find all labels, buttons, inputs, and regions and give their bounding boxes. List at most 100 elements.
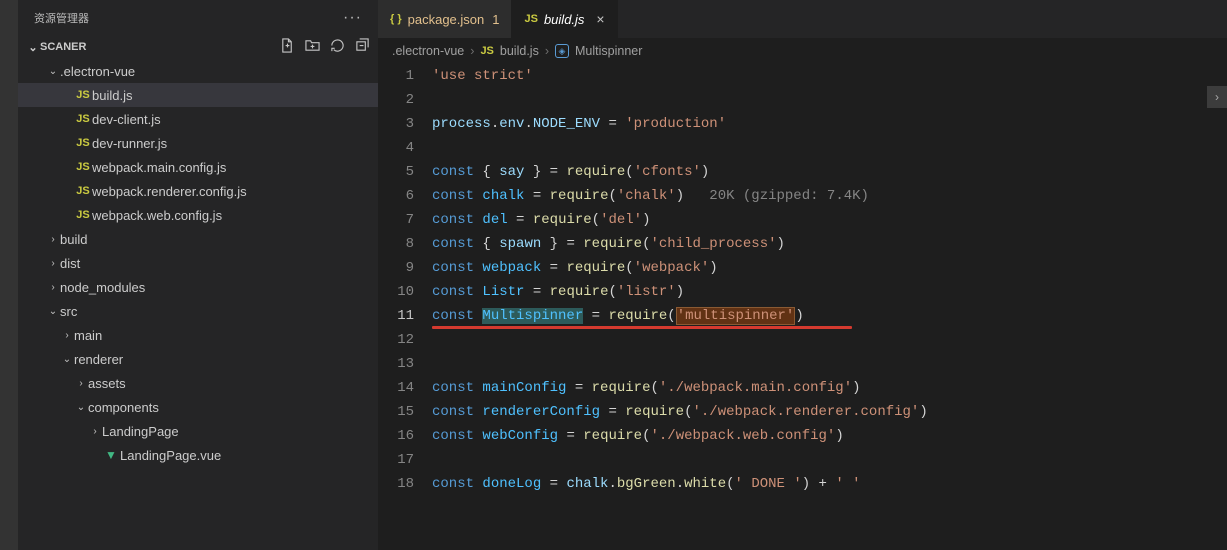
search-highlight: 'multispinner' xyxy=(676,307,796,325)
code-line[interactable] xyxy=(432,136,1227,160)
js-file-icon: JS xyxy=(74,113,92,125)
file-label: dev-runner.js xyxy=(92,136,167,151)
line-number: 15 xyxy=(378,400,414,424)
tree-file[interactable]: JSwebpack.web.config.js xyxy=(18,203,378,227)
js-file-icon: JS xyxy=(74,137,92,149)
more-actions-icon[interactable]: ··· xyxy=(343,9,362,27)
chevron-right-icon: › xyxy=(46,234,60,245)
file-label: dev-client.js xyxy=(92,112,161,127)
file-label: webpack.renderer.config.js xyxy=(92,184,247,199)
chevron-down-icon: ⌄ xyxy=(60,354,74,365)
chevron-right-icon: › xyxy=(46,258,60,269)
code-line[interactable]: const { spawn } = require('child_process… xyxy=(432,232,1227,256)
expand-panel-icon[interactable]: › xyxy=(1207,86,1227,108)
code-line[interactable] xyxy=(432,88,1227,112)
vue-file-icon: ▼ xyxy=(102,448,120,462)
code-line[interactable]: const mainConfig = require('./webpack.ma… xyxy=(432,376,1227,400)
tree-folder[interactable]: ⌄src xyxy=(18,299,378,323)
tree-folder[interactable]: ⌄.electron-vue xyxy=(18,59,378,83)
code-line[interactable]: const { say } = require('cfonts') xyxy=(432,160,1227,184)
file-label: webpack.web.config.js xyxy=(92,208,222,223)
tree-folder[interactable]: ›assets xyxy=(18,371,378,395)
breadcrumb-symbol[interactable]: Multispinner xyxy=(575,44,642,58)
close-icon[interactable]: × xyxy=(596,11,604,27)
code-line[interactable]: const chalk = require('chalk') 20K (gzip… xyxy=(432,184,1227,208)
code-line[interactable] xyxy=(432,352,1227,376)
new-folder-icon[interactable] xyxy=(305,38,320,56)
line-number: 6 xyxy=(378,184,414,208)
editor-area: { }package.json1 JS build.js × .electron-vu… xyxy=(378,0,1227,550)
section-title: SCANER xyxy=(40,41,86,53)
folder-label: LandingPage xyxy=(102,424,179,439)
line-number: 12 xyxy=(378,328,414,352)
folder-label: assets xyxy=(88,376,126,391)
folder-label: main xyxy=(74,328,102,343)
activity-bar[interactable] xyxy=(0,0,18,550)
tree-folder[interactable]: ›node_modules xyxy=(18,275,378,299)
tree-file[interactable]: JSwebpack.main.config.js xyxy=(18,155,378,179)
js-file-icon: JS xyxy=(74,89,92,101)
editor-tab[interactable]: JS build.js × xyxy=(512,0,617,38)
dirty-indicator: 1 xyxy=(492,12,499,27)
tab-label: build.js xyxy=(544,12,584,27)
breadcrumbs[interactable]: .electron-vue › JS build.js › ◈ Multispi… xyxy=(378,38,1227,64)
tree-file[interactable]: JSdev-runner.js xyxy=(18,131,378,155)
chevron-down-icon: ⌄ xyxy=(46,66,60,77)
line-number: 14 xyxy=(378,376,414,400)
file-label: build.js xyxy=(92,88,132,103)
section-header[interactable]: ⌄ SCANER xyxy=(18,35,378,59)
editor-tab[interactable]: { }package.json1 xyxy=(378,0,512,38)
code-line[interactable]: const Listr = require('listr') xyxy=(432,280,1227,304)
code-line[interactable]: 'use strict' xyxy=(432,64,1227,88)
code-editor[interactable]: 123456789101112131415161718 'use strict'… xyxy=(378,64,1227,550)
tree-file[interactable]: JSwebpack.renderer.config.js xyxy=(18,179,378,203)
tree-folder[interactable]: ›main xyxy=(18,323,378,347)
tree-file[interactable]: ▼LandingPage.vue xyxy=(18,443,378,467)
code-content[interactable]: 'use strict' process.env.NODE_ENV = 'prod… xyxy=(432,64,1227,550)
code-line[interactable]: const del = require('del') xyxy=(432,208,1227,232)
chevron-right-icon: › xyxy=(60,330,74,341)
new-file-icon[interactable] xyxy=(280,38,295,56)
code-line[interactable]: process.env.NODE_ENV = 'production' xyxy=(432,112,1227,136)
chevron-right-icon: › xyxy=(74,378,88,389)
code-line[interactable] xyxy=(432,328,1227,352)
line-number: 1 xyxy=(378,64,414,88)
tree-folder[interactable]: ⌄components xyxy=(18,395,378,419)
breadcrumb-folder[interactable]: .electron-vue xyxy=(392,44,464,58)
line-number: 17 xyxy=(378,448,414,472)
selection-highlight: Multispinner xyxy=(482,308,583,324)
chevron-right-icon: › xyxy=(88,426,102,437)
code-line[interactable]: const doneLog = chalk.bgGreen.white(' DO… xyxy=(432,472,1227,496)
line-number: 10 xyxy=(378,280,414,304)
refresh-icon[interactable] xyxy=(330,38,345,56)
code-line[interactable]: const webpack = require('webpack') xyxy=(432,256,1227,280)
code-line[interactable]: const rendererConfig = require('./webpac… xyxy=(432,400,1227,424)
line-number: 9 xyxy=(378,256,414,280)
chevron-down-icon: ⌄ xyxy=(46,306,60,317)
line-number: 2 xyxy=(378,88,414,112)
code-line[interactable]: const Multispinner = require('multispinn… xyxy=(432,304,1227,328)
js-file-icon: JS xyxy=(524,13,537,25)
collapse-all-icon[interactable] xyxy=(355,38,370,56)
tree-folder[interactable]: ›build xyxy=(18,227,378,251)
annotation-underline xyxy=(432,326,852,329)
line-number: 13 xyxy=(378,352,414,376)
line-number: 7 xyxy=(378,208,414,232)
editor-tabs: { }package.json1 JS build.js × xyxy=(378,0,1227,38)
tree-folder[interactable]: ›LandingPage xyxy=(18,419,378,443)
file-label: webpack.main.config.js xyxy=(92,160,226,175)
code-line[interactable] xyxy=(432,448,1227,472)
line-number: 16 xyxy=(378,424,414,448)
tree-file[interactable]: JSbuild.js xyxy=(18,83,378,107)
js-file-icon: JS xyxy=(74,185,92,197)
js-file-icon: JS xyxy=(74,209,92,221)
tree-folder[interactable]: ›dist xyxy=(18,251,378,275)
tree-folder[interactable]: ⌄renderer xyxy=(18,347,378,371)
breadcrumb-file[interactable]: build.js xyxy=(500,44,539,58)
code-line[interactable]: const webConfig = require('./webpack.web… xyxy=(432,424,1227,448)
js-file-icon: JS xyxy=(480,45,493,57)
folder-label: components xyxy=(88,400,159,415)
chevron-down-icon: ⌄ xyxy=(74,402,88,413)
file-label: LandingPage.vue xyxy=(120,448,221,463)
tree-file[interactable]: JSdev-client.js xyxy=(18,107,378,131)
